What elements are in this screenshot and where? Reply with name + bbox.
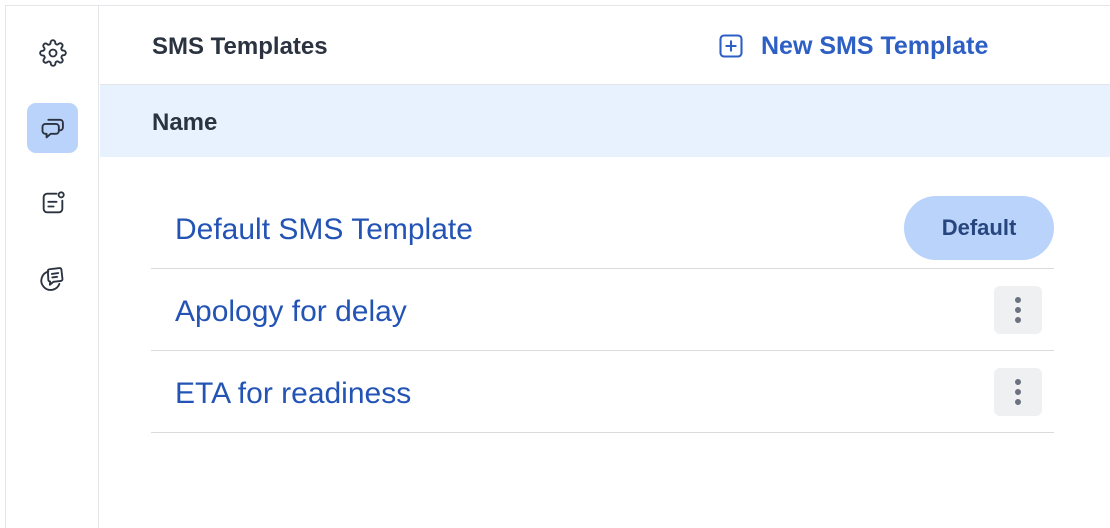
main-content: SMS Templates New SMS Template Name Defa… (100, 6, 1110, 528)
new-sms-template-button[interactable]: New SMS Template (717, 31, 988, 61)
table-header: Name (100, 85, 1110, 157)
column-header-name: Name (152, 109, 218, 136)
sidebar-item-settings[interactable] (27, 28, 78, 78)
table-row: Apology for delay (151, 269, 1054, 351)
sidebar (6, 6, 99, 528)
table-row: Default SMS Template Default (151, 193, 1054, 269)
template-name-link[interactable]: Apology for delay (175, 295, 407, 329)
sticky-note-chat-icon (39, 267, 63, 291)
gear-icon (38, 39, 67, 67)
more-vertical-icon-dot (1015, 399, 1021, 405)
more-options-button[interactable] (994, 286, 1042, 334)
page-header: SMS Templates New SMS Template (100, 6, 1110, 85)
sidebar-item-sms-templates[interactable] (27, 103, 78, 153)
more-vertical-icon-dot (1015, 307, 1021, 313)
sidebar-item-notifications[interactable] (27, 178, 78, 228)
table-row: ETA for readiness (151, 351, 1054, 433)
template-name-link[interactable]: Default SMS Template (175, 213, 473, 247)
default-badge: Default (904, 196, 1054, 260)
page-title: SMS Templates (152, 33, 328, 60)
sidebar-item-notes[interactable] (27, 253, 78, 303)
message-notification-icon (42, 191, 65, 214)
plus-square-icon (719, 34, 743, 58)
template-name-link[interactable]: ETA for readiness (175, 377, 411, 411)
more-options-button[interactable] (994, 368, 1042, 416)
more-vertical-icon-dot (1015, 317, 1021, 323)
more-vertical-icon-dot (1015, 297, 1021, 303)
new-sms-template-label: New SMS Template (761, 31, 989, 60)
more-vertical-icon-dot (1015, 389, 1021, 395)
chat-bubbles-icon (41, 118, 64, 139)
template-list: Default SMS Template Default Apology for… (151, 193, 1054, 433)
app-window: SMS Templates New SMS Template Name Defa… (5, 5, 1110, 528)
more-vertical-icon-dot (1015, 379, 1021, 385)
